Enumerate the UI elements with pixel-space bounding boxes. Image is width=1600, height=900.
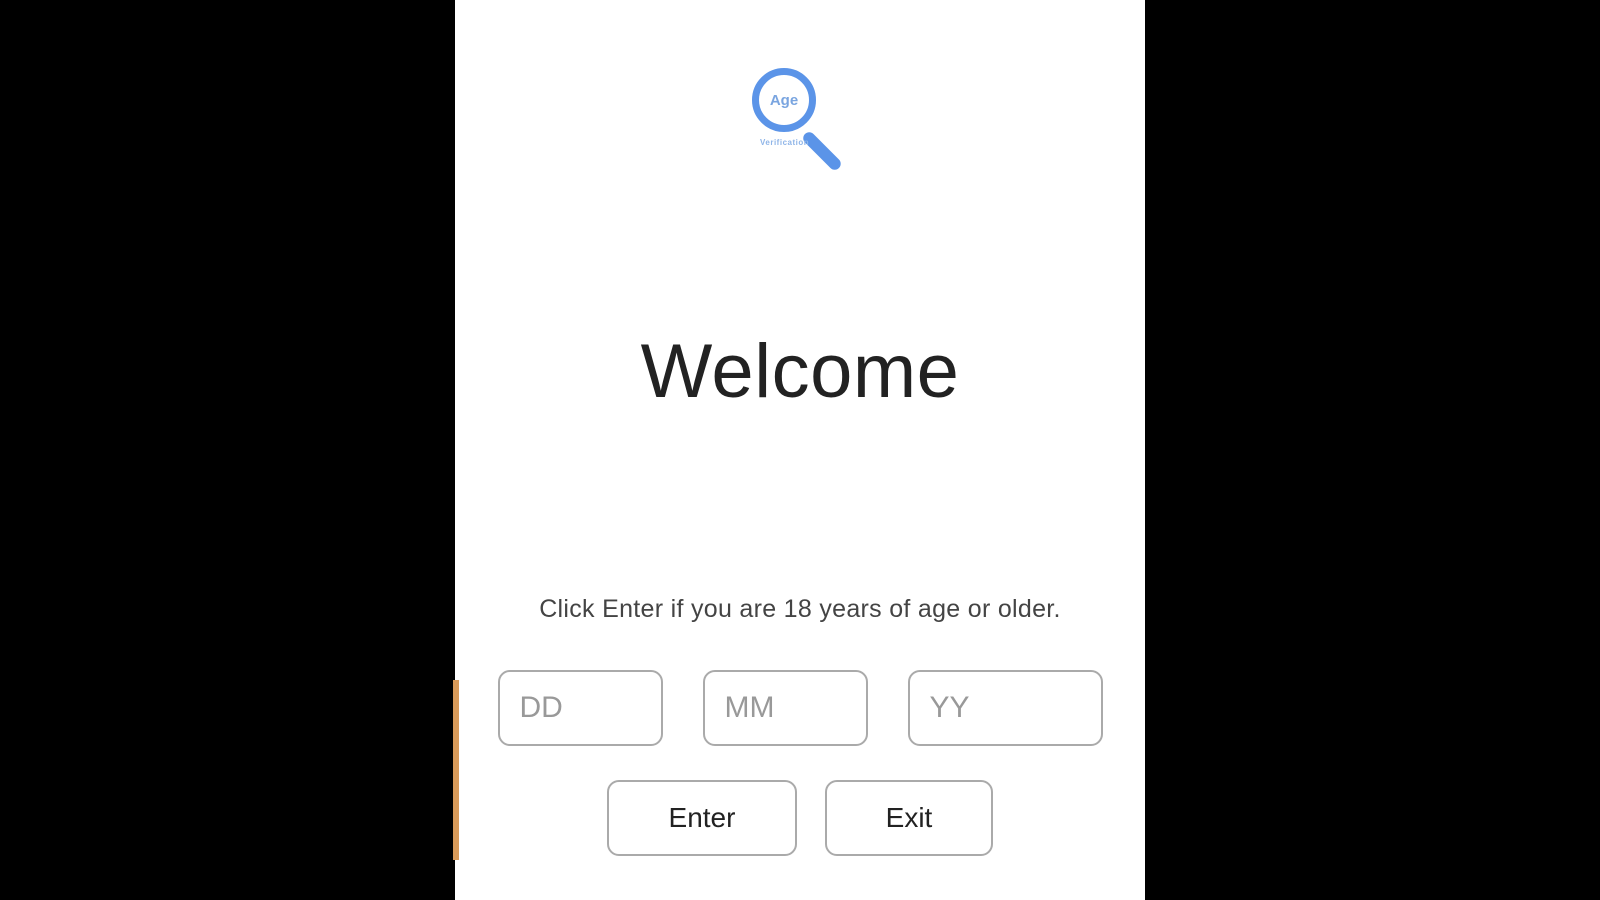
magnifier-handle-icon: [801, 130, 843, 172]
enter-button[interactable]: Enter: [607, 780, 797, 856]
age-verification-logo: Age Verification: [750, 68, 850, 168]
month-input[interactable]: [703, 670, 868, 746]
age-verification-modal: Age Verification Welcome Click Enter if …: [455, 0, 1145, 900]
magnifier-lens-icon: Age: [752, 68, 816, 132]
welcome-title: Welcome: [641, 328, 960, 415]
logo-subtext: Verification: [760, 138, 809, 147]
button-row: Enter Exit: [607, 780, 993, 856]
age-instruction-text: Click Enter if you are 18 years of age o…: [539, 595, 1061, 624]
decorative-edge: [453, 680, 459, 860]
year-input[interactable]: [908, 670, 1103, 746]
date-of-birth-row: [455, 670, 1145, 746]
exit-button[interactable]: Exit: [825, 780, 993, 856]
logo-circle-text: Age: [770, 92, 798, 109]
day-input[interactable]: [498, 670, 663, 746]
